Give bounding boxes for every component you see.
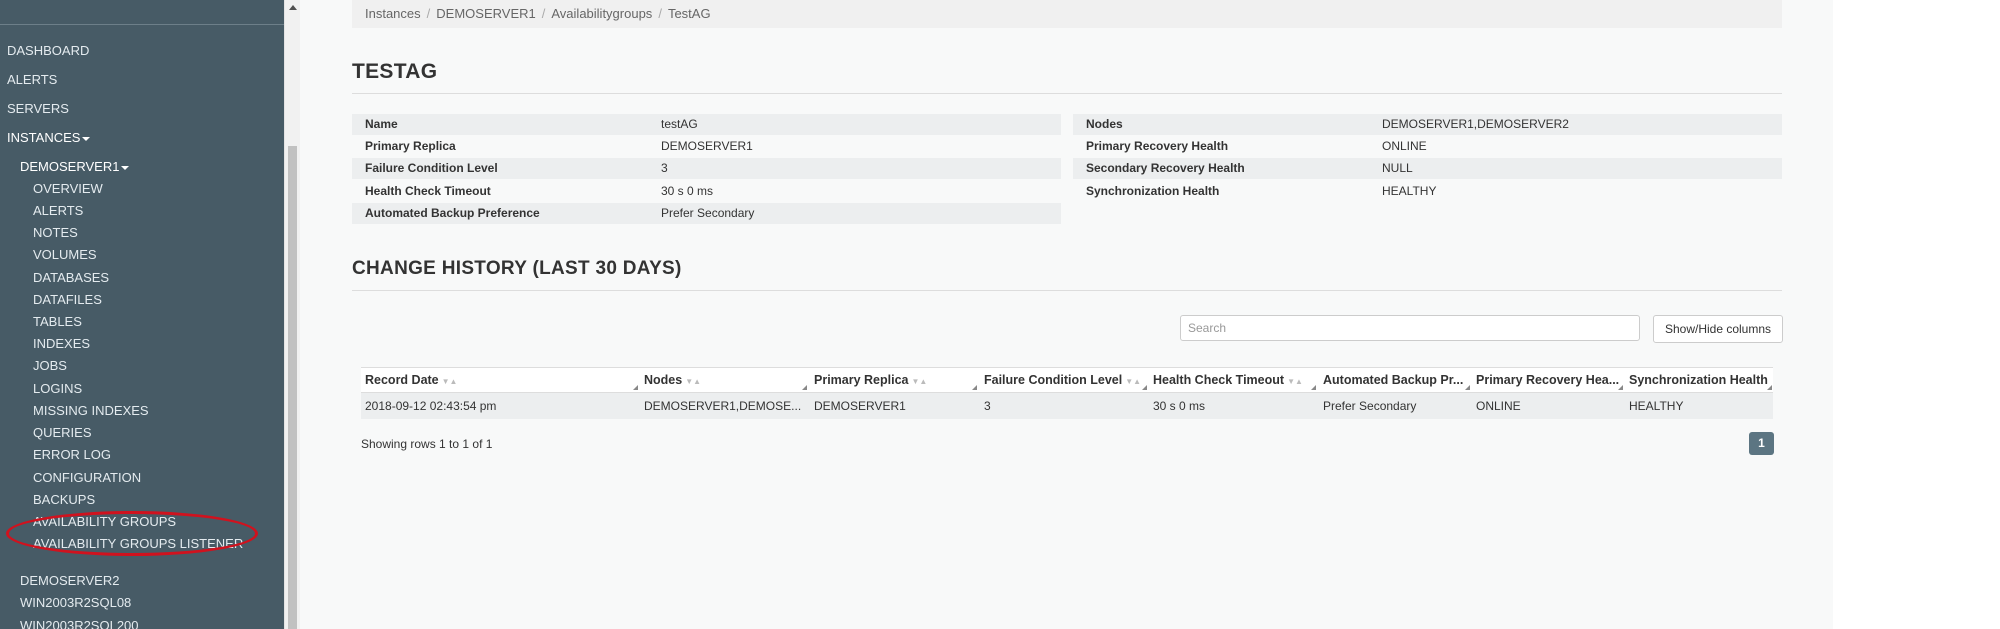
sidebar-sub-missing-indexes[interactable]: MISSING INDEXES <box>33 403 149 418</box>
detail-row-secondary-recovery-health: Secondary Recovery Health NULL <box>1073 158 1782 179</box>
cell-primary-replica: DEMOSERVER1 <box>814 399 906 413</box>
scroll-up-arrow-icon[interactable] <box>289 5 297 10</box>
detail-row-nodes: Nodes DEMOSERVER1,DEMOSERVER2 <box>1073 114 1782 135</box>
scrollbar-thumb[interactable] <box>288 146 297 629</box>
sidebar-sub-logins[interactable]: LOGINS <box>33 381 82 396</box>
sidebar-divider <box>0 24 284 25</box>
sidebar-instance-win2003r2sql200[interactable]: WIN2003R2SQL200 <box>20 618 139 629</box>
detail-row-backup-preference: Automated Backup Preference Prefer Second… <box>352 203 1061 224</box>
sort-icon: ▼▲ <box>911 377 928 386</box>
show-hide-columns-button[interactable]: Show/Hide columns <box>1653 315 1783 343</box>
sidebar: DASHBOARD ALERTS SERVERS INSTANCES DEMOS… <box>0 0 284 629</box>
resize-handle-icon[interactable] <box>1142 385 1147 390</box>
caret-down-icon <box>82 136 91 141</box>
detail-row-primary-replica: Primary Replica DEMOSERVER1 <box>365 139 753 153</box>
cell-failure-condition-level: 3 <box>984 399 991 413</box>
cell-health-check-timeout: 30 s 0 ms <box>1153 399 1206 413</box>
sidebar-sub-volumes[interactable]: VOLUMES <box>33 247 97 262</box>
sidebar-item-dashboard[interactable]: DASHBOARD <box>7 43 89 58</box>
sidebar-sub-backups[interactable]: BACKUPS <box>33 492 95 507</box>
sidebar-item-servers[interactable]: SERVERS <box>7 101 69 116</box>
resize-handle-icon[interactable] <box>1311 385 1316 390</box>
sidebar-sub-notes[interactable]: NOTES <box>33 225 78 240</box>
detail-row-name: Name testAG <box>352 114 1061 135</box>
caret-down-icon <box>121 165 130 170</box>
sidebar-sub-error-log[interactable]: ERROR LOG <box>33 447 111 462</box>
resize-handle-icon[interactable] <box>1465 385 1470 390</box>
resize-handle-icon[interactable] <box>802 385 807 390</box>
sidebar-sub-databases[interactable]: DATABASES <box>33 270 109 285</box>
sidebar-sub-configuration[interactable]: CONFIGURATION <box>33 470 141 485</box>
detail-row-synchronization-health: Synchronization Health HEALTHY <box>1086 184 1437 198</box>
column-header-automated-backup[interactable]: Automated Backup Pr... <box>1323 368 1471 392</box>
sort-icon: ▼▲ <box>1287 377 1303 386</box>
cell-primary-recovery-health: ONLINE <box>1476 399 1521 413</box>
sidebar-sub-tables[interactable]: TABLES <box>33 314 82 329</box>
title-divider <box>352 93 1782 94</box>
sidebar-scrollbar[interactable] <box>284 0 300 629</box>
resize-handle-icon[interactable] <box>1618 385 1623 390</box>
table-header: Record Date ▼▲ Nodes ▼▲ Primary Replica ▼▲ … <box>361 367 1773 393</box>
sidebar-instance-demoserver1[interactable]: DEMOSERVER1 <box>20 159 130 174</box>
sidebar-sub-alerts[interactable]: ALERTS <box>33 203 83 218</box>
sidebar-instance-demoserver2[interactable]: DEMOSERVER2 <box>20 573 119 588</box>
sort-icon: ▼▲ <box>441 377 458 386</box>
detail-row-health-check-timeout: Health Check Timeout 30 s 0 ms <box>365 184 714 198</box>
history-divider <box>352 290 1782 291</box>
column-header-failure-condition-level[interactable]: Failure Condition Level ▼▲ <box>984 368 1148 392</box>
detail-row-primary-recovery-health: Primary Recovery Health ONLINE <box>1086 139 1427 153</box>
resize-handle-icon[interactable] <box>972 385 977 390</box>
sidebar-sub-indexes[interactable]: INDEXES <box>33 336 90 351</box>
sort-icon: ▼▲ <box>1125 377 1142 386</box>
detail-row-failure-condition: Failure Condition Level 3 <box>352 158 1061 179</box>
cell-record-date: 2018-09-12 02:43:54 pm <box>365 399 497 413</box>
column-header-health-check-timeout[interactable]: Health Check Timeout ▼▲ <box>1153 368 1317 392</box>
cell-nodes: DEMOSERVER1,DEMOSE... <box>644 399 802 413</box>
sidebar-sub-availability-groups-listener[interactable]: AVAILABILITY GROUPS LISTENER <box>33 536 243 551</box>
pagination-page-1[interactable]: 1 <box>1749 432 1774 455</box>
resize-handle-icon[interactable] <box>1767 385 1772 390</box>
sidebar-item-instances[interactable]: INSTANCES <box>7 130 91 145</box>
sidebar-sub-overview[interactable]: OVERVIEW <box>33 181 103 196</box>
page-title: TESTAG <box>352 60 438 83</box>
cell-automated-backup: Prefer Secondary <box>1323 399 1417 413</box>
breadcrumb-availabilitygroups[interactable]: Availabilitygroups <box>551 6 652 21</box>
sidebar-sub-queries[interactable]: QUERIES <box>33 425 92 440</box>
resize-handle-icon[interactable] <box>633 385 638 390</box>
cell-synchronization-health: HEALTHY <box>1629 399 1684 413</box>
sort-icon: ▼▲ <box>685 377 702 386</box>
breadcrumb-demoserver1[interactable]: DEMOSERVER1 <box>436 6 535 21</box>
table-row[interactable]: 2018-09-12 02:43:54 pm DEMOSERVER1,DEMOS… <box>361 393 1773 419</box>
column-header-nodes[interactable]: Nodes ▼▲ <box>644 368 808 392</box>
breadcrumb: Instances / DEMOSERVER1/Availabilitygroups… <box>352 0 1782 28</box>
search-input[interactable] <box>1180 315 1640 341</box>
column-header-synchronization-health[interactable]: Synchronization Health <box>1629 368 1773 392</box>
sidebar-sub-datafiles[interactable]: DATAFILES <box>33 292 102 307</box>
sidebar-sub-availability-groups[interactable]: AVAILABILITY GROUPS <box>33 514 176 529</box>
column-header-primary-replica[interactable]: Primary Replica ▼▲ <box>814 368 978 392</box>
breadcrumb-current: TestAG <box>667 6 711 21</box>
column-header-record-date[interactable]: Record Date ▼▲ <box>365 368 639 392</box>
history-title: CHANGE HISTORY (LAST 30 DAYS) <box>352 258 682 279</box>
sidebar-sub-jobs[interactable]: JOBS <box>33 358 67 373</box>
pagination-info: Showing rows 1 to 1 of 1 <box>361 437 493 451</box>
sidebar-instance-win2003r2sql08[interactable]: WIN2003R2SQL08 <box>20 595 131 610</box>
sidebar-item-alerts[interactable]: ALERTS <box>7 72 57 87</box>
breadcrumb-instances[interactable]: Instances <box>365 6 421 21</box>
column-header-primary-recovery-health[interactable]: Primary Recovery Hea... <box>1476 368 1624 392</box>
